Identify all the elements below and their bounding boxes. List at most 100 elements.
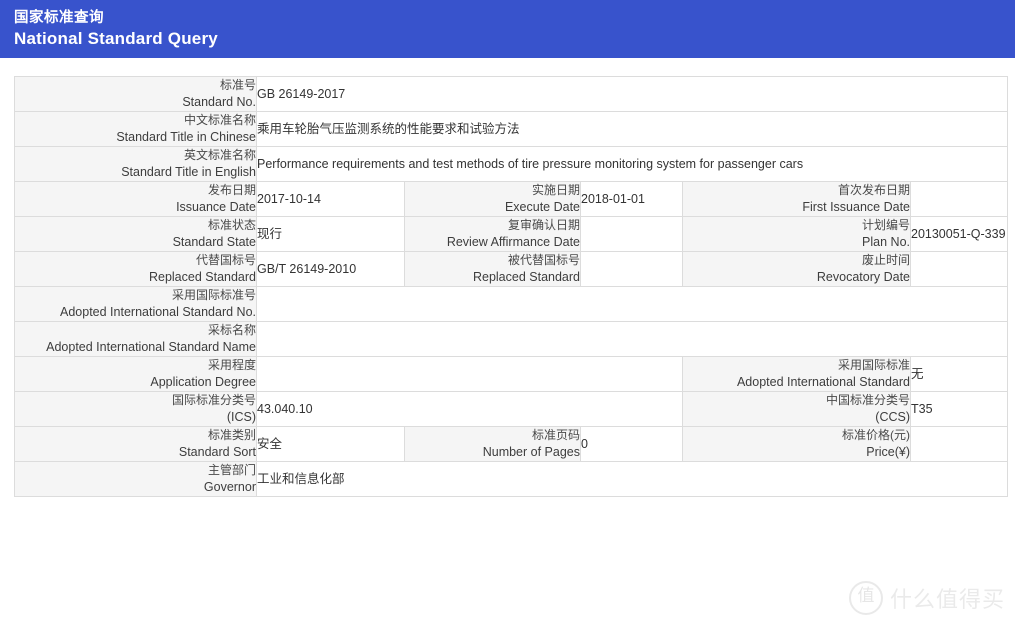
label-governor: 主管部门 Governor [14, 461, 257, 497]
value-first-issuance-date [910, 181, 1009, 217]
value-adopted-intl-no [256, 286, 1009, 322]
label-issuance-date-cn: 发布日期 [207, 183, 256, 197]
table-row-title-english: 英文标准名称 Standard Title in English Perform… [14, 146, 1009, 182]
label-revocatory-date-cn: 废止时间 [861, 253, 910, 267]
label-issuance-date: 发布日期 Issuance Date [14, 181, 257, 217]
table-row-title-chinese: 中文标准名称 Standard Title in Chinese 乘用车轮胎气压… [14, 111, 1009, 147]
label-be-replaced-standard-en: Replaced Standard [472, 270, 580, 284]
label-price-en: Price(¥) [866, 445, 910, 459]
label-plan-no-en: Plan No. [862, 235, 910, 249]
table-row-replaced: 代替国标号 Replaced Standard GB/T 26149-2010 … [14, 251, 1009, 287]
label-first-issuance-date: 首次发布日期 First Issuance Date [682, 181, 911, 217]
label-title-chinese: 中文标准名称 Standard Title in Chinese [14, 111, 257, 147]
label-first-issuance-date-en: First Issuance Date [802, 200, 910, 214]
label-standard-no-cn: 标准号 [219, 78, 256, 92]
value-be-replaced-standard [580, 251, 683, 287]
label-issuance-date-en: Issuance Date [176, 200, 256, 214]
standard-detail-table: 标准号 Standard No. GB 26149-2017 中文标准名称 St… [14, 76, 1009, 497]
value-issuance-date: 2017-10-14 [256, 181, 405, 217]
value-ccs: T35 [910, 391, 1009, 427]
label-governor-cn: 主管部门 [207, 463, 256, 477]
label-replaced-standard-cn: 代替国标号 [195, 253, 256, 267]
label-adopted-intl-no: 采用国际标准号 Adopted International Standard N… [14, 286, 257, 322]
value-application-degree [256, 356, 683, 392]
label-adopted-intl-name: 采标名称 Adopted International Standard Name [14, 321, 257, 357]
label-be-replaced-standard: 被代替国标号 Replaced Standard [404, 251, 581, 287]
label-standard-state-en: Standard State [172, 235, 256, 249]
label-title-chinese-cn: 中文标准名称 [183, 113, 256, 127]
label-number-of-pages-en: Number of Pages [482, 445, 580, 459]
value-adopted-intl-standard: 无 [910, 356, 1009, 392]
watermark-text: 什么值得买 [889, 587, 1005, 612]
label-review-affirmance-date-en: Review Affirmance Date [446, 235, 580, 249]
label-adopted-intl-no-cn: 采用国际标准号 [171, 288, 256, 302]
watermark-logo-icon: 值 [848, 581, 883, 615]
table-row-dates: 发布日期 Issuance Date 2017-10-14 实施日期 Execu… [14, 181, 1009, 217]
label-title-english: 英文标准名称 Standard Title in English [14, 146, 257, 182]
label-revocatory-date: 废止时间 Revocatory Date [682, 251, 911, 287]
value-number-of-pages: 0 [580, 426, 683, 462]
label-standard-state: 标准状态 Standard State [14, 216, 257, 252]
value-revocatory-date [910, 251, 1009, 287]
label-title-chinese-en: Standard Title in Chinese [116, 130, 256, 144]
label-replaced-standard-en: Replaced Standard [148, 270, 256, 284]
page-header-banner: 国家标准查询 National Standard Query [0, 0, 1015, 58]
value-standard-state: 现行 [256, 216, 405, 252]
label-revocatory-date-en: Revocatory Date [816, 270, 910, 284]
label-price-cn: 标准价格(元) [842, 428, 910, 442]
label-review-affirmance-date-cn: 复审确认日期 [507, 218, 580, 232]
label-governor-en: Governor [203, 480, 256, 494]
label-standard-no: 标准号 Standard No. [14, 76, 257, 112]
value-standard-no: GB 26149-2017 [256, 76, 1009, 112]
table-row-governor: 主管部门 Governor 工业和信息化部 [14, 461, 1009, 497]
label-application-degree-en: Application Degree [150, 375, 256, 389]
label-ics: 国际标准分类号 (ICS) [14, 391, 257, 427]
label-plan-no-cn: 计划编号 [861, 218, 910, 232]
label-adopted-intl-name-cn: 采标名称 [207, 323, 256, 337]
table-row-adopted-intl-no: 采用国际标准号 Adopted International Standard N… [14, 286, 1009, 322]
value-execute-date: 2018-01-01 [580, 181, 683, 217]
label-standard-state-cn: 标准状态 [207, 218, 256, 232]
label-standard-sort-cn: 标准类别 [207, 428, 256, 442]
site-watermark: 值 什么值得买 [848, 581, 1005, 615]
value-standard-sort: 安全 [256, 426, 405, 462]
label-ccs-cn: 中国标准分类号 [825, 393, 910, 407]
label-ics-cn: 国际标准分类号 [171, 393, 256, 407]
value-replaced-standard: GB/T 26149-2010 [256, 251, 405, 287]
label-execute-date-cn: 实施日期 [531, 183, 580, 197]
label-standard-sort: 标准类别 Standard Sort [14, 426, 257, 462]
table-row-application-degree: 采用程度 Application Degree 采用国际标准 Adopted I… [14, 356, 1009, 392]
label-standard-sort-en: Standard Sort [178, 445, 256, 459]
label-standard-no-en: Standard No. [182, 95, 256, 109]
value-title-chinese: 乘用车轮胎气压监测系统的性能要求和试验方法 [256, 111, 1009, 147]
label-plan-no: 计划编号 Plan No. [682, 216, 911, 252]
table-row-ics-ccs: 国际标准分类号 (ICS) 43.040.10 中国标准分类号 (CCS) T3… [14, 391, 1009, 427]
value-governor: 工业和信息化部 [256, 461, 1009, 497]
label-number-of-pages: 标准页码 Number of Pages [404, 426, 581, 462]
label-replaced-standard: 代替国标号 Replaced Standard [14, 251, 257, 287]
table-row-adopted-intl-name: 采标名称 Adopted International Standard Name [14, 321, 1009, 357]
label-application-degree: 采用程度 Application Degree [14, 356, 257, 392]
label-adopted-intl-standard-en: Adopted International Standard [736, 375, 910, 389]
label-execute-date-en: Execute Date [504, 200, 580, 214]
value-adopted-intl-name [256, 321, 1009, 357]
value-title-english: Performance requirements and test method… [256, 146, 1009, 182]
page-title-chinese: 国家标准查询 [14, 10, 104, 26]
standard-detail-table-container: 标准号 Standard No. GB 26149-2017 中文标准名称 St… [0, 58, 1015, 497]
table-row-standard-no: 标准号 Standard No. GB 26149-2017 [14, 76, 1009, 112]
label-number-of-pages-cn: 标准页码 [531, 428, 580, 442]
label-ccs-en: (CCS) [875, 410, 910, 424]
table-row-sort-pages-price: 标准类别 Standard Sort 安全 标准页码 Number of Pag… [14, 426, 1009, 462]
label-title-english-en: Standard Title in English [121, 165, 256, 179]
label-ccs: 中国标准分类号 (CCS) [682, 391, 911, 427]
value-price [910, 426, 1009, 462]
label-title-english-cn: 英文标准名称 [183, 148, 256, 162]
label-application-degree-cn: 采用程度 [207, 358, 256, 372]
value-plan-no: 20130051-Q-339 [910, 216, 1009, 252]
label-be-replaced-standard-cn: 被代替国标号 [507, 253, 580, 267]
label-execute-date: 实施日期 Execute Date [404, 181, 581, 217]
label-review-affirmance-date: 复审确认日期 Review Affirmance Date [404, 216, 581, 252]
label-price: 标准价格(元) Price(¥) [682, 426, 911, 462]
label-ics-en: (ICS) [226, 410, 256, 424]
label-adopted-intl-name-en: Adopted International Standard Name [46, 340, 256, 354]
